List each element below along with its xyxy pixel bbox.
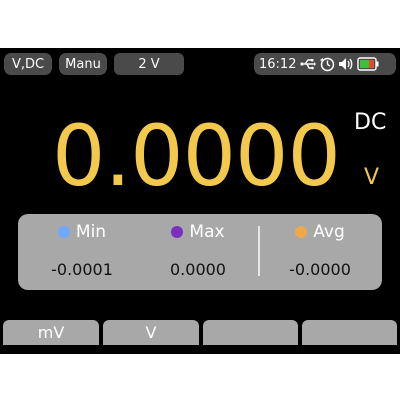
range-value-badge[interactable]: 2 V	[114, 53, 184, 75]
stats-divider	[258, 226, 260, 276]
auto-hold-timer-icon	[319, 56, 335, 72]
softkey-v[interactable]: V	[103, 320, 199, 345]
unit-label: V	[364, 165, 380, 190]
speaker-icon	[338, 56, 354, 72]
stat-min-label: Min	[75, 222, 107, 242]
softkey-4[interactable]	[302, 320, 397, 345]
stat-max-label: Max	[189, 222, 225, 242]
max-indicator-dot	[171, 226, 184, 238]
range-mode-badge[interactable]: Manu	[59, 53, 107, 75]
meter-screen: V,DC Manu 2 V 16:12 0.0000 DC V Min -0.0…	[0, 48, 400, 354]
avg-indicator-dot	[295, 226, 308, 238]
stat-avg: Avg -0.0000	[270, 214, 370, 290]
statistics-panel: Min -0.0001 Max 0.0000 Avg -0.0000	[18, 214, 382, 290]
coupling-label: DC	[354, 110, 387, 135]
battery-icon	[357, 56, 379, 72]
min-indicator-dot	[57, 226, 70, 238]
stat-avg-value: -0.0000	[289, 260, 351, 279]
status-indicators: 16:12	[254, 53, 396, 75]
measurement-mode-badge[interactable]: V,DC	[4, 53, 52, 75]
stat-avg-label: Avg	[313, 222, 345, 242]
stat-max: Max 0.0000	[148, 214, 248, 290]
clock: 16:12	[259, 56, 297, 72]
stat-max-value: 0.0000	[170, 260, 226, 279]
main-reading: 0.0000	[52, 107, 341, 205]
stat-min: Min -0.0001	[32, 214, 132, 290]
softkey-3[interactable]	[203, 320, 298, 345]
stat-min-value: -0.0001	[51, 260, 113, 279]
softkey-mv[interactable]: mV	[3, 320, 99, 345]
usb-icon	[300, 56, 317, 72]
